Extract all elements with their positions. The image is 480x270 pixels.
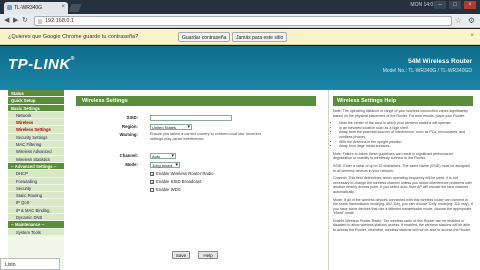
sidebar-item[interactable]: Wireless Advanced	[8, 148, 64, 156]
sidebar-item[interactable]: Basic Settings	[8, 104, 64, 112]
ssid-label: SSID:	[126, 115, 138, 120]
sidebar-item[interactable]: -- Advanced Settings --	[8, 162, 64, 171]
warning-text: Ensure you select a correct country to c…	[150, 132, 261, 141]
enable-ssid-broadcast-checkbox[interactable]: Enable SSID Broadcast	[150, 179, 201, 184]
enable-wds-checkbox[interactable]: Enable WDS	[150, 187, 181, 192]
model-title: 54M Wireless Router	[408, 58, 472, 65]
sidebar-item[interactable]: Status	[8, 90, 64, 98]
form-title: Wireless Settings	[76, 96, 316, 106]
help-button[interactable]: Help	[198, 251, 218, 259]
sidebar-item[interactable]: IP & MAC Binding	[8, 206, 64, 215]
infobar-close-icon[interactable]: ×	[470, 33, 474, 39]
save-password-button[interactable]: Guardar contraseña	[178, 32, 231, 42]
browser-tab-bar: TL-WR340G × MON 14:01 – □ ×	[0, 0, 480, 14]
save-button[interactable]: Save	[172, 251, 190, 259]
channel-select[interactable]: Auto	[150, 153, 176, 159]
address-bar[interactable]: 192.168.0.1	[34, 16, 452, 26]
sidebar-item[interactable]: Wireless Settings	[8, 126, 64, 134]
sidebar-item[interactable]: -- Maintenance --	[8, 221, 64, 229]
mode-select[interactable]: 11bg mixed	[150, 162, 180, 168]
never-save-button[interactable]: Jamás para este sitio	[232, 32, 288, 42]
help-channel: Channel: This field determines which ope…	[333, 176, 472, 194]
page-icon	[38, 19, 42, 24]
sidebar-item[interactable]: Security Settings	[8, 133, 64, 142]
window-controls: – □ ×	[434, 1, 476, 9]
favicon-icon	[7, 5, 12, 10]
router-page: TP-LINK® 54M Wireless Router Model No.: …	[0, 46, 480, 270]
help-bullet: Away from the potential sources of inter…	[339, 130, 473, 139]
browser-tab[interactable]: TL-WR340G ×	[4, 2, 68, 14]
sidebar-item[interactable]: Security	[8, 184, 64, 193]
browser-status-bar: Listo	[0, 258, 60, 270]
sidebar-item[interactable]: Static Routing	[8, 192, 64, 200]
router-header: TP-LINK® 54M Wireless Router Model No.: …	[0, 46, 480, 90]
model-number: Model No.: TL-WR340G / TL-WR340GD	[382, 68, 472, 74]
sidebar-menu: Status Quick Setup Basic Settings Network Wi…	[8, 90, 64, 270]
bookmark-star-icon[interactable]: ☆	[455, 16, 462, 25]
mode-label: Mode:	[125, 162, 138, 167]
sidebar-item[interactable]: MAC Filtering	[8, 141, 64, 149]
help-title: Wireless Settings Help	[333, 96, 473, 106]
help-radio: Enable Wireless Router Radio: The wirele…	[333, 218, 472, 233]
wireless-settings-form: Wireless Settings SSID: Region: United S…	[76, 90, 320, 270]
help-panel: Wireless Settings Help Note: The operati…	[328, 90, 474, 270]
ssid-input[interactable]	[150, 115, 232, 121]
minimize-icon[interactable]: –	[434, 1, 446, 9]
help-note: Note: The operating distance or range of…	[333, 109, 468, 118]
sidebar-item[interactable]: Wireless Statistics	[8, 155, 64, 163]
sidebar-item[interactable]: DHCP	[8, 170, 64, 178]
sidebar-item[interactable]: Forwarding	[8, 177, 64, 185]
sidebar-item[interactable]: Dynamic DNS	[8, 214, 64, 222]
new-tab-button[interactable]	[68, 4, 82, 12]
tab-close-icon[interactable]: ×	[61, 4, 65, 10]
help-bullets: Near the center of the area in which you…	[339, 121, 473, 149]
close-window-icon[interactable]: ×	[464, 1, 476, 9]
address-text: 192.168.0.1	[45, 18, 75, 24]
region-select[interactable]: United States	[150, 124, 192, 130]
channel-label: Channel:	[119, 153, 138, 158]
back-icon[interactable]: ◀	[4, 17, 9, 25]
sidebar-item[interactable]: IP QoS	[8, 199, 64, 207]
forward-icon[interactable]: ▶	[13, 17, 18, 25]
tab-title: TL-WR340G	[14, 5, 43, 11]
sidebar-item[interactable]: Network	[8, 111, 64, 120]
maximize-icon[interactable]: □	[449, 1, 461, 9]
warning-label: Warning:	[119, 132, 138, 137]
browser-toolbar: ◀ ▶ ↻ 192.168.0.1 ☆ ⚙	[0, 14, 480, 28]
region-label: Region:	[122, 124, 138, 129]
wrench-menu-icon[interactable]: ⚙	[468, 16, 475, 25]
sidebar-item[interactable]: Wireless	[8, 119, 64, 127]
help-ssid: SSID: Enter a value of up to 32 characte…	[333, 163, 470, 173]
tp-link-logo: TP-LINK®	[8, 56, 75, 73]
help-mode: Mode: If all of the wireless devices con…	[333, 197, 473, 216]
sidebar-item[interactable]: Quick Setup	[8, 97, 64, 105]
help-failure-note: Note: Failure to follow these guidelines…	[333, 151, 454, 161]
help-body: Note: The operating distance or range of…	[333, 109, 473, 236]
sidebar-item[interactable]: System Tools	[8, 228, 64, 236]
help-bullet: Away from large metal surfaces.	[339, 144, 473, 149]
clock: MON 14:01	[410, 2, 436, 8]
enable-radio-checkbox[interactable]: Enable Wireless Router Radio	[150, 171, 214, 176]
reload-icon[interactable]: ↻	[22, 17, 28, 25]
password-infobar: ¿Quieres que Google Chrome guarde tu con…	[0, 29, 480, 45]
infobar-message: ¿Quieres que Google Chrome guarde tu con…	[8, 34, 139, 40]
